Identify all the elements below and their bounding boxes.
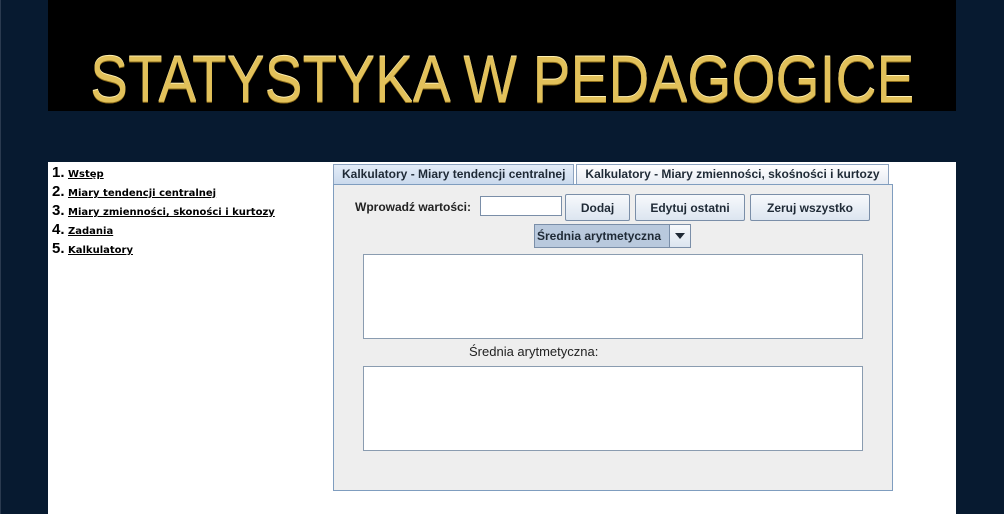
nav-menu: 1. Wstęp 2. Miary tendencji centralnej 3…	[52, 164, 275, 259]
main-content: 1. Wstęp 2. Miary tendencji centralnej 3…	[48, 162, 956, 514]
nav-item-number: 2.	[52, 183, 65, 200]
result-area[interactable]	[363, 366, 863, 451]
tab-miary-zmiennosci[interactable]: Kalkulatory - Miary zmienności, skośnośc…	[576, 164, 889, 184]
add-button[interactable]: Dodaj	[565, 194, 630, 221]
nav-item-zadania: 4. Zadania	[52, 221, 275, 240]
nav-link-miary-zmiennosci[interactable]: Miary zmienności, skoności i kurtozy	[68, 207, 275, 218]
nav-item-zmiennosc: 3. Miary zmienności, skoności i kurtozy	[52, 202, 275, 221]
result-label: Średnia arytmetyczna:	[469, 344, 599, 359]
tab-bar: Kalkulatory - Miary tendencji centralnej…	[333, 164, 891, 185]
values-input-label: Wprowadź wartości:	[355, 200, 472, 214]
frame-right	[956, 0, 1004, 514]
frame-left	[0, 0, 48, 514]
reset-all-button[interactable]: Zeruj wszystko	[750, 194, 870, 221]
measure-select[interactable]: Średnia arytmetyczna	[534, 224, 691, 248]
banner-title: STATYSTYKA W PEDAGOGICE	[89, 42, 915, 116]
nav-link-kalkulatory[interactable]: Kalkulatory	[68, 245, 133, 256]
header-banner: STATYSTYKA W PEDAGOGICE	[48, 0, 956, 116]
nav-item-number: 5.	[52, 240, 65, 257]
nav-link-zadania[interactable]: Zadania	[68, 226, 113, 237]
edit-last-button[interactable]: Edytuj ostatni	[635, 194, 745, 221]
nav-item-number: 4.	[52, 221, 65, 238]
nav-item-tendencja: 2. Miary tendencji centralnej	[52, 183, 275, 202]
measure-select-value: Średnia arytmetyczna	[537, 229, 662, 243]
nav-item-wstep: 1. Wstęp	[52, 164, 275, 183]
header-band	[48, 111, 956, 162]
dropdown-button[interactable]	[669, 225, 690, 247]
nav-item-number: 1.	[52, 164, 65, 181]
tab-miary-tendencji[interactable]: Kalkulatory - Miary tendencji centralnej	[333, 164, 575, 185]
nav-item-kalkulatory: 5. Kalkulatory	[52, 240, 275, 259]
chevron-down-icon	[675, 233, 685, 239]
values-list-area[interactable]	[363, 254, 863, 339]
nav-link-miary-tendencji[interactable]: Miary tendencji centralnej	[68, 188, 216, 199]
nav-link-wstep[interactable]: Wstęp	[68, 169, 104, 180]
values-input[interactable]	[480, 196, 562, 216]
calculator-panel: Wprowadź wartości: Dodaj Edytuj ostatni …	[333, 184, 893, 491]
input-row: Wprowadź wartości: Dodaj Edytuj ostatni …	[334, 194, 892, 221]
nav-item-number: 3.	[52, 202, 65, 219]
